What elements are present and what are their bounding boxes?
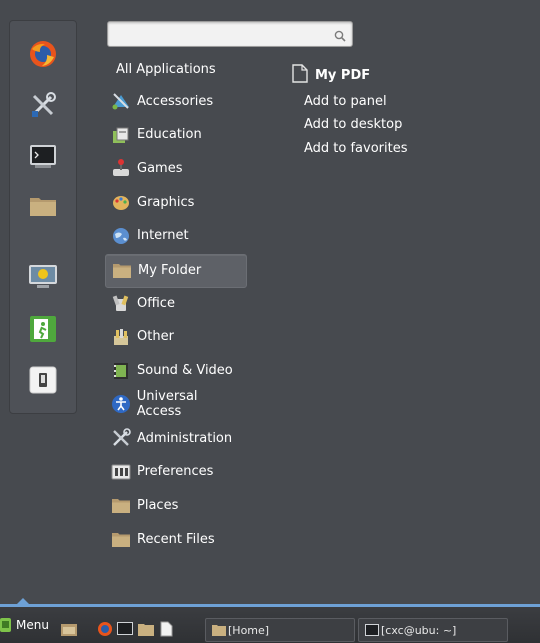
internet-icon [110, 225, 132, 247]
universal-access-icon [110, 393, 132, 415]
task-label: [cxc@ubu: ~] [381, 623, 457, 637]
firefox-icon[interactable] [96, 620, 114, 638]
category-label: Sound & Video [137, 363, 233, 379]
terminal-icon[interactable] [116, 620, 134, 638]
add-to-favorites-button[interactable]: Add to favorites [304, 141, 408, 156]
category-label: Office [137, 295, 175, 311]
category-preferences[interactable]: Preferences [105, 456, 245, 488]
add-to-desktop-button[interactable]: Add to desktop [304, 117, 402, 132]
menu-icon [0, 617, 12, 633]
folder-icon[interactable] [27, 190, 59, 222]
other-icon [110, 326, 132, 348]
folder-icon[interactable] [137, 620, 155, 638]
category-label: Games [137, 160, 183, 176]
category-label: Places [137, 497, 179, 513]
search-icon[interactable] [334, 27, 346, 46]
category-places[interactable]: Places [105, 489, 245, 521]
taskbar: Menu [Home] [cxc@ubu: ~] [0, 607, 540, 643]
administration-icon [110, 427, 132, 449]
document-icon[interactable] [157, 620, 175, 638]
folder-icon [110, 494, 132, 516]
category-sound-video[interactable]: Sound & Video [105, 355, 245, 387]
favorites-sidebar [9, 20, 77, 414]
search-field[interactable] [107, 21, 353, 47]
category-label: Universal Access [136, 389, 198, 420]
education-icon [110, 124, 132, 146]
lock-screen-icon[interactable] [27, 261, 59, 293]
category-other[interactable]: Other [105, 321, 245, 353]
category-administration[interactable]: Administration [105, 422, 245, 454]
shutdown-icon[interactable] [27, 364, 59, 396]
category-recent-files[interactable]: Recent Files [105, 523, 245, 555]
games-icon [110, 157, 132, 179]
task-label: [Home] [228, 623, 270, 637]
show-desktop-icon[interactable] [60, 620, 78, 638]
category-label: Administration [137, 430, 233, 446]
folder-icon [110, 528, 132, 550]
preferences-icon [110, 461, 132, 483]
document-icon [292, 64, 308, 87]
category-office[interactable]: Office [105, 287, 245, 319]
category-internet[interactable]: Internet [105, 220, 245, 252]
category-graphics[interactable]: Graphics [105, 186, 245, 218]
folder-icon [212, 624, 226, 636]
category-label: Other [137, 329, 174, 345]
logout-icon[interactable] [27, 313, 59, 345]
graphics-icon [110, 191, 132, 213]
terminal-icon [365, 624, 379, 636]
category-label: Graphics [137, 194, 195, 210]
menu-label: Menu [16, 618, 49, 632]
firefox-icon[interactable] [27, 38, 59, 70]
category-universal-access[interactable]: Universal Access [105, 388, 245, 420]
app-title-text: My PDF [315, 68, 371, 83]
sound-video-icon [110, 360, 132, 382]
category-my-folder[interactable]: My Folder [105, 253, 247, 288]
search-input[interactable] [114, 25, 328, 43]
folder-icon [111, 260, 133, 282]
accessories-icon [110, 90, 132, 112]
selected-app-title: My PDF [292, 64, 370, 87]
office-icon [110, 292, 132, 314]
category-label: Recent Files [137, 531, 215, 547]
category-accessories[interactable]: Accessories [105, 85, 245, 117]
add-to-panel-button[interactable]: Add to panel [304, 94, 387, 109]
category-label: Education [137, 127, 202, 143]
category-label: Accessories [137, 93, 214, 109]
category-label: My Folder [138, 263, 202, 278]
category-games[interactable]: Games [105, 152, 245, 184]
menu-button[interactable]: Menu [0, 617, 49, 633]
application-menu: All Applications Accessories Education Gam… [0, 0, 540, 606]
task-terminal[interactable]: [cxc@ubu: ~] [358, 618, 508, 642]
system-tools-icon[interactable] [27, 89, 59, 121]
category-label: Internet [137, 228, 189, 244]
terminal-icon[interactable] [27, 140, 59, 172]
all-applications-item[interactable]: All Applications [116, 62, 216, 77]
category-label: Preferences [137, 464, 214, 480]
task-home[interactable]: [Home] [205, 618, 355, 642]
category-education[interactable]: Education [105, 119, 245, 151]
